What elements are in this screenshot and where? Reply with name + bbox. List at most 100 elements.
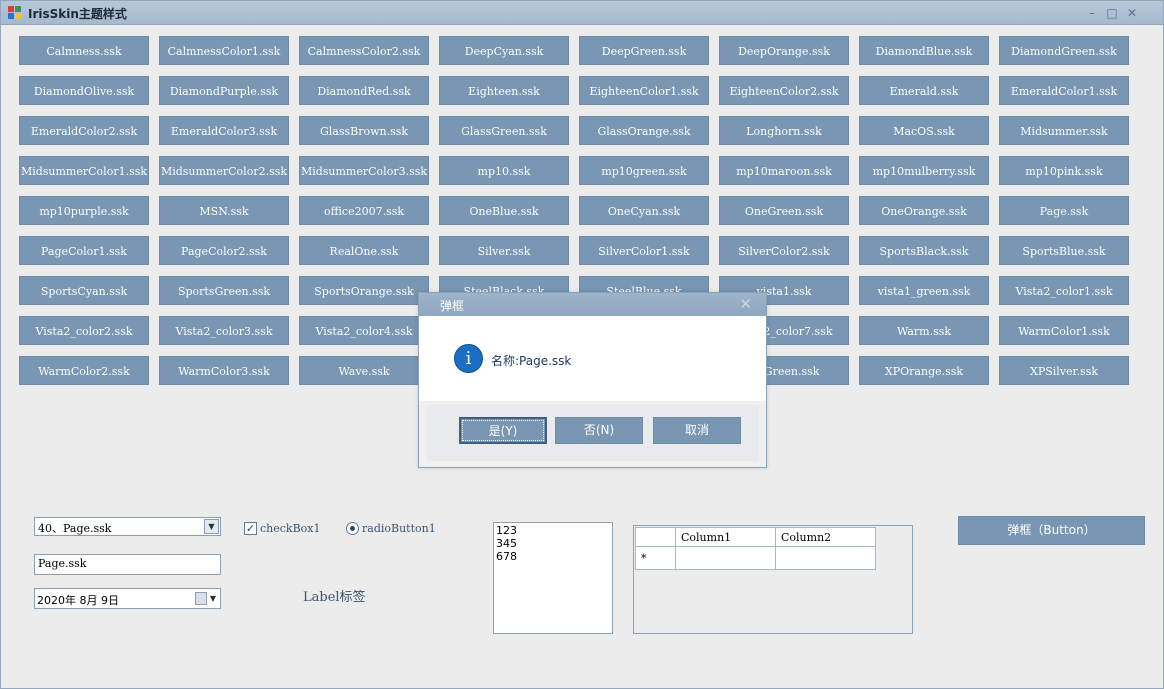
skin-combobox[interactable]: 40、Page.ssk ▼ <box>34 517 221 536</box>
skin-button[interactable]: office2007.ssk <box>299 196 429 225</box>
list-item[interactable]: 678 <box>496 550 610 563</box>
skin-button[interactable]: DiamondBlue.ssk <box>859 36 989 65</box>
column-header[interactable]: Column1 <box>675 527 776 547</box>
skin-button[interactable]: DiamondGreen.ssk <box>999 36 1129 65</box>
skin-button[interactable]: mp10mulberry.ssk <box>859 156 989 185</box>
skin-button[interactable]: OneGreen.ssk <box>719 196 849 225</box>
no-button[interactable]: 否(N) <box>555 417 643 444</box>
skin-button[interactable]: DiamondRed.ssk <box>299 76 429 105</box>
main-window: IrisSkin主题样式 – □ ✕ Calmness.ssk CalmnessC… <box>0 0 1164 689</box>
skin-button[interactable]: EmeraldColor2.ssk <box>19 116 149 145</box>
chevron-down-icon[interactable]: ▼ <box>204 519 219 534</box>
skin-button[interactable]: XPSilver.ssk <box>999 356 1129 385</box>
maximize-icon[interactable]: □ <box>1104 5 1120 21</box>
skin-button[interactable]: Page.ssk <box>999 196 1129 225</box>
date-picker[interactable]: 2020年 8月 9日 ▼ <box>34 588 221 609</box>
close-icon[interactable]: ✕ <box>739 295 752 313</box>
dialog-title-bar[interactable]: 弹框 ✕ <box>419 293 766 316</box>
skin-button[interactable]: SilverColor1.ssk <box>579 236 709 265</box>
checkbox-box[interactable]: ✓ <box>244 522 257 535</box>
skin-button[interactable]: MidsummerColor1.ssk <box>19 156 149 185</box>
skin-button[interactable]: CalmnessColor2.ssk <box>299 36 429 65</box>
radio-label: radioButton1 <box>362 522 436 535</box>
combobox-value: 40、Page.ssk <box>38 522 112 535</box>
chevron-down-icon[interactable]: ▼ <box>207 590 219 607</box>
grid-cell[interactable] <box>775 546 876 570</box>
list-item[interactable]: 123 <box>496 524 610 537</box>
skin-button[interactable]: Eighteen.ssk <box>439 76 569 105</box>
skin-button[interactable]: mp10purple.ssk <box>19 196 149 225</box>
grid-table: Column1 Column2 * <box>635 527 876 570</box>
minimize-icon[interactable]: – <box>1084 5 1100 21</box>
column-header[interactable]: Column2 <box>775 527 876 547</box>
skin-button[interactable]: CalmnessColor1.ssk <box>159 36 289 65</box>
grid-corner-header[interactable] <box>635 527 676 547</box>
skin-button[interactable]: Vista2_color3.ssk <box>159 316 289 345</box>
skin-button[interactable]: DeepCyan.ssk <box>439 36 569 65</box>
yes-button[interactable]: 是(Y) <box>459 417 547 444</box>
skin-button[interactable]: RealOne.ssk <box>299 236 429 265</box>
skin-button[interactable]: EighteenColor1.ssk <box>579 76 709 105</box>
skin-button[interactable]: OneCyan.ssk <box>579 196 709 225</box>
popup-button[interactable]: 弹框（Button） <box>958 516 1145 545</box>
skin-button[interactable]: WarmColor1.ssk <box>999 316 1129 345</box>
close-icon[interactable]: ✕ <box>1124 5 1140 21</box>
skin-button[interactable]: mp10pink.ssk <box>999 156 1129 185</box>
skin-button[interactable]: Emerald.ssk <box>859 76 989 105</box>
cancel-button[interactable]: 取消 <box>653 417 741 444</box>
skin-button[interactable]: Vista2_color4.ssk <box>299 316 429 345</box>
skin-button[interactable]: SilverColor2.ssk <box>719 236 849 265</box>
skin-button[interactable]: WarmColor2.ssk <box>19 356 149 385</box>
skin-button[interactable]: GlassBrown.ssk <box>299 116 429 145</box>
skin-button[interactable]: DiamondOlive.ssk <box>19 76 149 105</box>
skin-button[interactable]: Vista2_color2.ssk <box>19 316 149 345</box>
info-icon: i <box>454 344 483 373</box>
skin-button[interactable]: mp10green.ssk <box>579 156 709 185</box>
skin-button[interactable]: PageColor2.ssk <box>159 236 289 265</box>
skin-button[interactable]: Longhorn.ssk <box>719 116 849 145</box>
skin-button[interactable]: mp10.ssk <box>439 156 569 185</box>
skin-button[interactable]: Wave.ssk <box>299 356 429 385</box>
skin-button[interactable]: SportsOrange.ssk <box>299 276 429 305</box>
skin-button[interactable]: WarmColor3.ssk <box>159 356 289 385</box>
skin-button[interactable]: DiamondPurple.ssk <box>159 76 289 105</box>
skin-button[interactable]: MacOS.ssk <box>859 116 989 145</box>
new-row-marker[interactable]: * <box>635 546 676 570</box>
skin-button[interactable]: DeepOrange.ssk <box>719 36 849 65</box>
skin-button[interactable]: MidsummerColor2.ssk <box>159 156 289 185</box>
skin-button[interactable]: SportsCyan.ssk <box>19 276 149 305</box>
skin-button[interactable]: SportsBlack.ssk <box>859 236 989 265</box>
skin-button[interactable]: DeepGreen.ssk <box>579 36 709 65</box>
skin-button[interactable]: SportsGreen.ssk <box>159 276 289 305</box>
radio-circle[interactable] <box>346 522 359 535</box>
grid-cell[interactable] <box>675 546 776 570</box>
skin-button[interactable]: OneOrange.ssk <box>859 196 989 225</box>
dialog-message: 名称:Page.ssk <box>491 354 572 368</box>
checkbox-label: checkBox1 <box>260 522 321 535</box>
skin-button[interactable]: GlassGreen.ssk <box>439 116 569 145</box>
skin-button[interactable]: mp10maroon.ssk <box>719 156 849 185</box>
skin-button[interactable]: EmeraldColor1.ssk <box>999 76 1129 105</box>
data-grid[interactable]: Column1 Column2 * <box>633 525 913 634</box>
skin-button[interactable]: EmeraldColor3.ssk <box>159 116 289 145</box>
skin-button[interactable]: EighteenColor2.ssk <box>719 76 849 105</box>
skin-button[interactable]: Vista2_color1.ssk <box>999 276 1129 305</box>
skin-button[interactable]: Silver.ssk <box>439 236 569 265</box>
skin-button[interactable]: Calmness.ssk <box>19 36 149 65</box>
skin-button[interactable]: XPOrange.ssk <box>859 356 989 385</box>
table-row[interactable]: * <box>635 546 876 570</box>
skin-name-textbox[interactable]: Page.ssk <box>34 554 221 575</box>
skin-button[interactable]: Midsummer.ssk <box>999 116 1129 145</box>
skin-button[interactable]: PageColor1.ssk <box>19 236 149 265</box>
title-bar[interactable]: IrisSkin主题样式 – □ ✕ <box>1 1 1163 25</box>
skin-button[interactable]: vista1_green.ssk <box>859 276 989 305</box>
skin-button[interactable]: OneBlue.ssk <box>439 196 569 225</box>
skin-button[interactable]: GlassOrange.ssk <box>579 116 709 145</box>
listbox[interactable]: 123 345 678 <box>493 522 613 634</box>
skin-button[interactable]: MSN.ssk <box>159 196 289 225</box>
skin-button[interactable]: Warm.ssk <box>859 316 989 345</box>
skin-button[interactable]: SportsBlue.ssk <box>999 236 1129 265</box>
calendar-icon[interactable] <box>195 592 207 605</box>
skin-button[interactable]: MidsummerColor3.ssk <box>299 156 429 185</box>
list-item[interactable]: 345 <box>496 537 610 550</box>
